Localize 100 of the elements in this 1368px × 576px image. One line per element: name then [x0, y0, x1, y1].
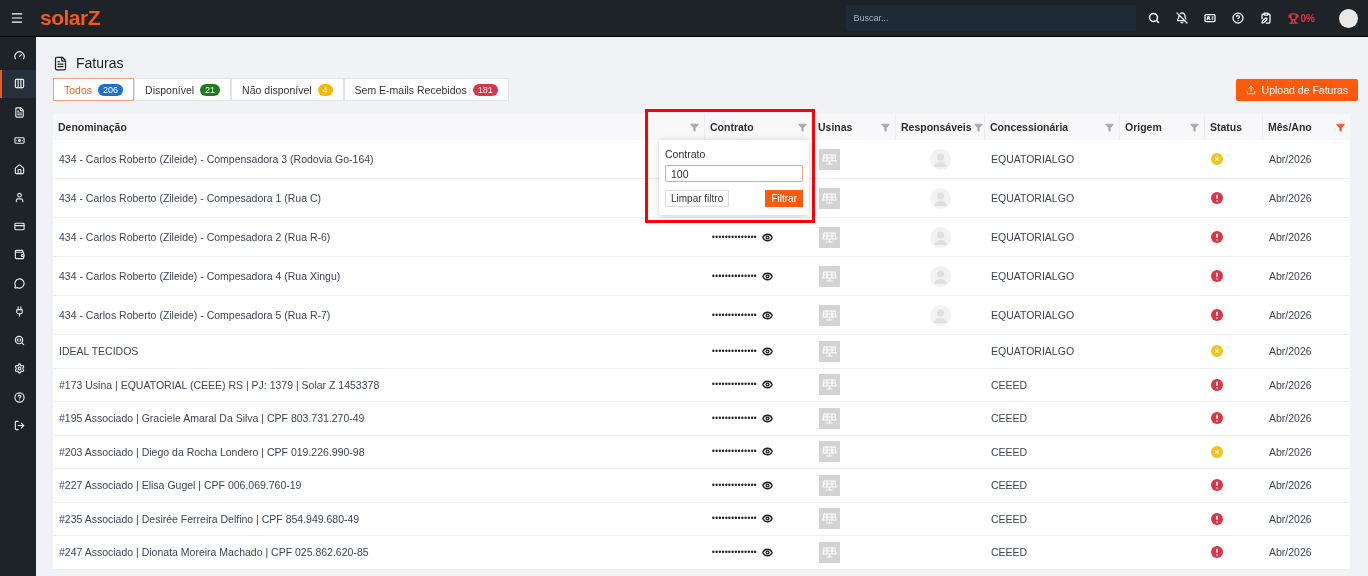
column-header: Responsáveis [901, 121, 972, 133]
id-card-icon[interactable] [1203, 12, 1216, 24]
search-field[interactable]: Buscar... [845, 5, 1136, 31]
error-status-icon [1211, 231, 1223, 243]
error-status-icon [1211, 412, 1223, 425]
table-cell: CEEED [991, 479, 1028, 492]
table-cell: Abr/2026 [1269, 378, 1312, 391]
count-badge: 21 [200, 83, 221, 96]
pending-status-icon [1211, 345, 1223, 358]
eye-icon[interactable] [762, 231, 774, 243]
filter-tab[interactable]: Sem E-mails Recebidos 181 [343, 78, 509, 101]
error-status-icon [1211, 192, 1223, 204]
solar-panel-icon [819, 407, 840, 429]
table-row[interactable]: 434 - Carlos Roberto (Zileide) - Compesadora 2 (Rua R-6) •••••••••••••• EQUATORIALGO Abr/2026 [53, 218, 1350, 257]
solar-panel-icon [819, 148, 840, 170]
solar-panel-icon [819, 441, 840, 463]
table-cell: IDEAL TECIDOS [59, 345, 139, 358]
avatar-icon [930, 148, 951, 170]
masked-contract: •••••••••••••• [711, 380, 757, 390]
masked-contract: •••••••••••••• [711, 547, 757, 557]
table-cell: #235 Associado | Desirée Ferreira Delfino | CPF 854.949.680-49 [59, 512, 360, 525]
zoom-icon [13, 334, 25, 346]
home-icon [13, 163, 25, 175]
search-icon[interactable] [1147, 12, 1160, 24]
trophy-icon [1287, 12, 1299, 24]
table-cell: Abr/2026 [1269, 479, 1312, 492]
eye-icon[interactable] [762, 479, 774, 491]
chat-icon [13, 277, 25, 289]
table-row[interactable]: 434 - Carlos Roberto (Zileide) - Compesadora 4 (Rua Xingu) •••••••••••••• EQUATORIALGO Abr/2026 [53, 257, 1350, 296]
filter-icon[interactable] [1336, 122, 1345, 132]
table-cell: Abr/2026 [1269, 192, 1312, 204]
table-cell: Abr/2026 [1269, 345, 1312, 358]
table-cell: Abr/2026 [1269, 546, 1312, 559]
avatar-icon [930, 226, 951, 248]
masked-contract: •••••••••••••• [711, 413, 757, 423]
error-status-icon [1211, 546, 1223, 559]
table-row[interactable]: #235 Associado | Desirée Ferreira Delfino | CPF 854.949.680-49 •••••••••••••• CEEED Abr/2026 [53, 502, 1350, 536]
table-cell: EQUATORIALGO [991, 270, 1075, 282]
table-row[interactable]: #195 Associado | Graciele Amaral Da Silva | CPF 803.731.270-49 •••••••••••••• CEEED Abr/2026 [53, 402, 1350, 436]
logout-icon [13, 420, 25, 432]
eye-icon[interactable] [762, 270, 774, 282]
table-row[interactable]: #227 Associado | Elisa Gugel | CPF 006.069.760-19 •••••••••••••• CEEED Abr/2026 [53, 469, 1350, 503]
table-cell: 434 - Carlos Roberto (Zileide) - Compesadora 4 (Rua Xingu) [59, 270, 341, 282]
avatar-icon [930, 265, 951, 287]
table-row[interactable]: IDEAL TECIDOS •••••••••••••• EQUATORIALGO Abr/2026 [53, 335, 1350, 369]
solar-panel-icon [819, 508, 840, 530]
column-header: Concessionária [990, 121, 1070, 133]
masked-contract: •••••••••••••• [711, 447, 757, 457]
clear-filter-button[interactable]: Limpar filtro [665, 190, 730, 207]
eye-icon[interactable] [762, 412, 774, 424]
filter-tab[interactable]: Não disponível 4 [231, 78, 344, 101]
table-cell: Abr/2026 [1269, 412, 1312, 425]
upload-icon [1245, 84, 1256, 95]
gauge-icon [13, 49, 25, 61]
eye-icon[interactable] [762, 513, 774, 525]
help-icon[interactable] [1231, 12, 1244, 24]
table-row[interactable]: #247 Associado | Dionata Moreira Machado | CPF 025.862.620-85 •••••••••••••• CEEED Abr/2026 [53, 536, 1350, 570]
table-cell: CEEED [991, 412, 1028, 425]
table-cell: #247 Associado | Dionata Moreira Machado | CPF 025.862.620-85 [59, 546, 369, 559]
table-cell: #195 Associado | Graciele Amaral Da Silva | CPF 803.731.270-49 [59, 412, 365, 425]
table-cell: 434 - Carlos Roberto (Zileide) - Compensadora 3 (Rodovia Go-164) [59, 153, 374, 165]
table-row[interactable]: #173 Usina | EQUATORIAL (CEEE) RS | PJ: 1379 | Solar Z 1453378 •••••••••••••• CEEED Abr/2026 [53, 368, 1350, 402]
clipboard-icon[interactable] [1259, 12, 1272, 24]
eye-icon[interactable] [762, 379, 774, 391]
eye-icon[interactable] [762, 446, 774, 458]
user-avatar[interactable] [1339, 8, 1358, 28]
filter-tab[interactable]: Disponível 21 [134, 78, 232, 101]
error-status-icon [1211, 378, 1223, 391]
table-cell: CEEED [991, 378, 1028, 391]
masked-contract: •••••••••••••• [711, 480, 757, 490]
solar-panel-icon [819, 374, 840, 396]
pending-status-icon [1211, 153, 1223, 165]
table-row[interactable]: 434 - Carlos Roberto (Zileide) - Compesadora 5 (Rua R-7) •••••••••••••• EQUATORIALGO Abr/2026 [53, 296, 1350, 335]
table-cell: Abr/2026 [1269, 270, 1312, 282]
solar-panel-icon [819, 474, 840, 496]
filter-tab[interactable]: Todos 206 [53, 78, 135, 101]
error-status-icon [1211, 479, 1223, 492]
masked-contract: •••••••••••••• [711, 232, 757, 242]
eye-icon[interactable] [762, 309, 774, 321]
bell-off-icon[interactable] [1175, 12, 1188, 24]
solar-panel-icon [819, 541, 840, 563]
table-row[interactable]: #203 Associado | Diego da Rocha Londero | CPF 019.226.990-98 •••••••••••••• CEEED Abr/2026 [53, 435, 1350, 469]
solar-panel-icon [819, 265, 840, 287]
table-cell: EQUATORIALGO [991, 231, 1075, 243]
table-cell: 434 - Carlos Roberto (Zileide) - Compesadora 2 (Rua R-6) [59, 231, 331, 243]
column-header: Contrato [710, 121, 755, 133]
menu-icon[interactable] [10, 11, 24, 25]
contract-input[interactable]: 100 [665, 165, 803, 182]
page-title: Faturas [76, 55, 124, 71]
eye-icon[interactable] [762, 546, 774, 558]
solar-panel-icon [819, 187, 840, 209]
table-cell: 434 - Carlos Roberto (Zileide) - Compesadora 5 (Rua R-7) [59, 309, 331, 321]
table-cell: EQUATORIALGO [991, 153, 1075, 165]
invoice-icon [53, 55, 68, 71]
masked-contract: •••••••••••••• [711, 310, 757, 320]
banknote-icon [13, 135, 25, 147]
eye-icon[interactable] [762, 345, 774, 357]
logo[interactable]: solarZ [40, 6, 101, 30]
sidebar-item[interactable] [0, 69, 36, 98]
table-cell: Abr/2026 [1269, 153, 1312, 165]
